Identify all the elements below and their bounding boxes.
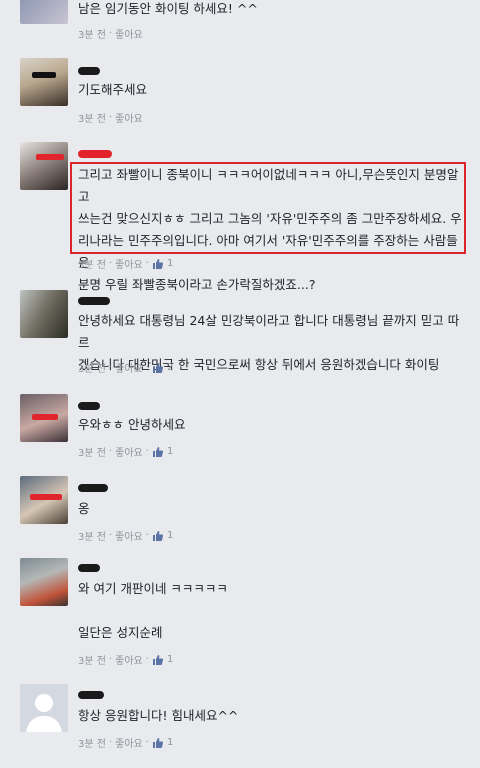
author-name-redacted xyxy=(78,691,104,699)
like-count: 1 xyxy=(166,530,174,541)
separator: · xyxy=(108,530,113,541)
comment-text: 옹 xyxy=(78,501,90,516)
comment-meta: 3분 전 · 좋아요 · 1 xyxy=(78,256,173,271)
separator: · xyxy=(145,654,149,665)
avatar[interactable] xyxy=(20,476,68,524)
comment-feed: 남은 임기동안 화이팅 하세요! ^^ 3분 전 · 좋아요 기도해주세요 3분… xyxy=(0,0,480,768)
author-name-redacted xyxy=(78,67,100,75)
like-link[interactable]: 좋아요 xyxy=(115,360,143,375)
redaction-bar xyxy=(36,154,64,160)
comment-text: 항상 응원합니다! 힘내세요^^ xyxy=(78,708,239,723)
comment-text: 와 여기 개판이네 ㅋㅋㅋㅋㅋ 일단은 성지순례 xyxy=(78,578,468,644)
like-link[interactable]: 좋아요 xyxy=(115,735,143,750)
comment-text-line: 안녕하세요 대통령님 24살 민강북이라고 합니다 대통령님 끝까지 믿고 따르 xyxy=(78,313,460,350)
timestamp: 3분 전 xyxy=(78,114,106,125)
timestamp: 3분 전 xyxy=(78,656,106,667)
separator: · xyxy=(108,362,113,373)
separator: · xyxy=(108,737,113,748)
avatar[interactable] xyxy=(20,58,68,106)
like-count: 1 xyxy=(166,446,174,457)
highlight-box xyxy=(70,162,466,254)
like-link[interactable]: 좋아요 xyxy=(115,528,143,543)
timestamp: 3분 전 xyxy=(78,260,106,271)
timestamp: 3분 전 xyxy=(78,739,106,750)
comment-text: 기도해주세요 xyxy=(78,82,148,97)
comment-text: 우와ㅎㅎ 안녕하세요 xyxy=(78,417,186,432)
avatar[interactable] xyxy=(20,290,68,338)
thumbs-up-icon xyxy=(152,654,163,665)
avatar[interactable] xyxy=(20,684,68,732)
avatar[interactable] xyxy=(20,0,68,24)
default-avatar-icon xyxy=(20,684,68,732)
comment-meta: 3분 전 · 좋아요 xyxy=(78,26,143,41)
thumbs-up-icon xyxy=(152,530,163,541)
like-count: 1 xyxy=(166,737,174,748)
timestamp: 3분 전 xyxy=(78,30,106,41)
separator: · xyxy=(108,446,113,457)
author-name-redacted xyxy=(78,484,108,492)
like-link[interactable]: 좋아요 xyxy=(115,444,143,459)
comment-text-line: 와 여기 개판이네 ㅋㅋㅋㅋㅋ xyxy=(78,581,228,596)
thumbs-up-icon xyxy=(152,362,163,373)
comment-meta: 3분 전 · 좋아요 · 1 xyxy=(78,652,173,667)
comment-text-line xyxy=(78,600,468,622)
comment-meta: 3분 전 · 좋아요 · 1 xyxy=(78,735,173,750)
separator: · xyxy=(145,258,149,269)
separator: · xyxy=(145,530,149,541)
separator: · xyxy=(108,654,113,665)
author-name-redacted xyxy=(78,564,100,572)
comment-text-line: 분명 우릴 좌빨종북이라고 손가락질하겠죠...? xyxy=(78,277,316,292)
separator: · xyxy=(108,28,113,39)
like-link[interactable]: 좋아요 xyxy=(115,652,143,667)
comment-text-line: 일단은 성지순례 xyxy=(78,625,163,640)
comment-text: 남은 임기동안 화이팅 하세요! ^^ xyxy=(78,1,258,16)
like-count: 1 xyxy=(166,654,174,665)
avatar[interactable] xyxy=(20,394,68,442)
timestamp: 3분 전 xyxy=(78,448,106,459)
redaction-bar xyxy=(30,494,62,500)
like-count: 1 xyxy=(166,258,174,269)
separator: · xyxy=(108,258,113,269)
comment-meta: 3분 전 · 좋아요 · 2 xyxy=(78,360,173,375)
separator: · xyxy=(145,446,149,457)
comment-meta: 3분 전 · 좋아요 xyxy=(78,110,143,125)
like-link[interactable]: 좋아요 xyxy=(115,256,143,271)
thumbs-up-icon xyxy=(152,258,163,269)
separator: · xyxy=(145,362,149,373)
comment-meta: 3분 전 · 좋아요 · 1 xyxy=(78,528,173,543)
thumbs-up-icon xyxy=(152,737,163,748)
redaction-bar xyxy=(32,72,56,78)
separator: · xyxy=(145,737,149,748)
author-name-redacted xyxy=(78,297,110,305)
timestamp: 3분 전 xyxy=(78,364,106,375)
like-count: 2 xyxy=(166,362,174,373)
avatar[interactable] xyxy=(20,558,68,606)
comment-meta: 3분 전 · 좋아요 · 1 xyxy=(78,444,173,459)
thumbs-up-icon xyxy=(152,446,163,457)
like-link[interactable]: 좋아요 xyxy=(115,110,143,125)
separator: · xyxy=(108,112,113,123)
avatar[interactable] xyxy=(20,142,68,190)
timestamp: 3분 전 xyxy=(78,532,106,543)
redaction-bar xyxy=(32,414,58,420)
like-link[interactable]: 좋아요 xyxy=(115,26,143,41)
author-name-redacted xyxy=(78,402,100,410)
author-name-redacted xyxy=(78,150,112,158)
